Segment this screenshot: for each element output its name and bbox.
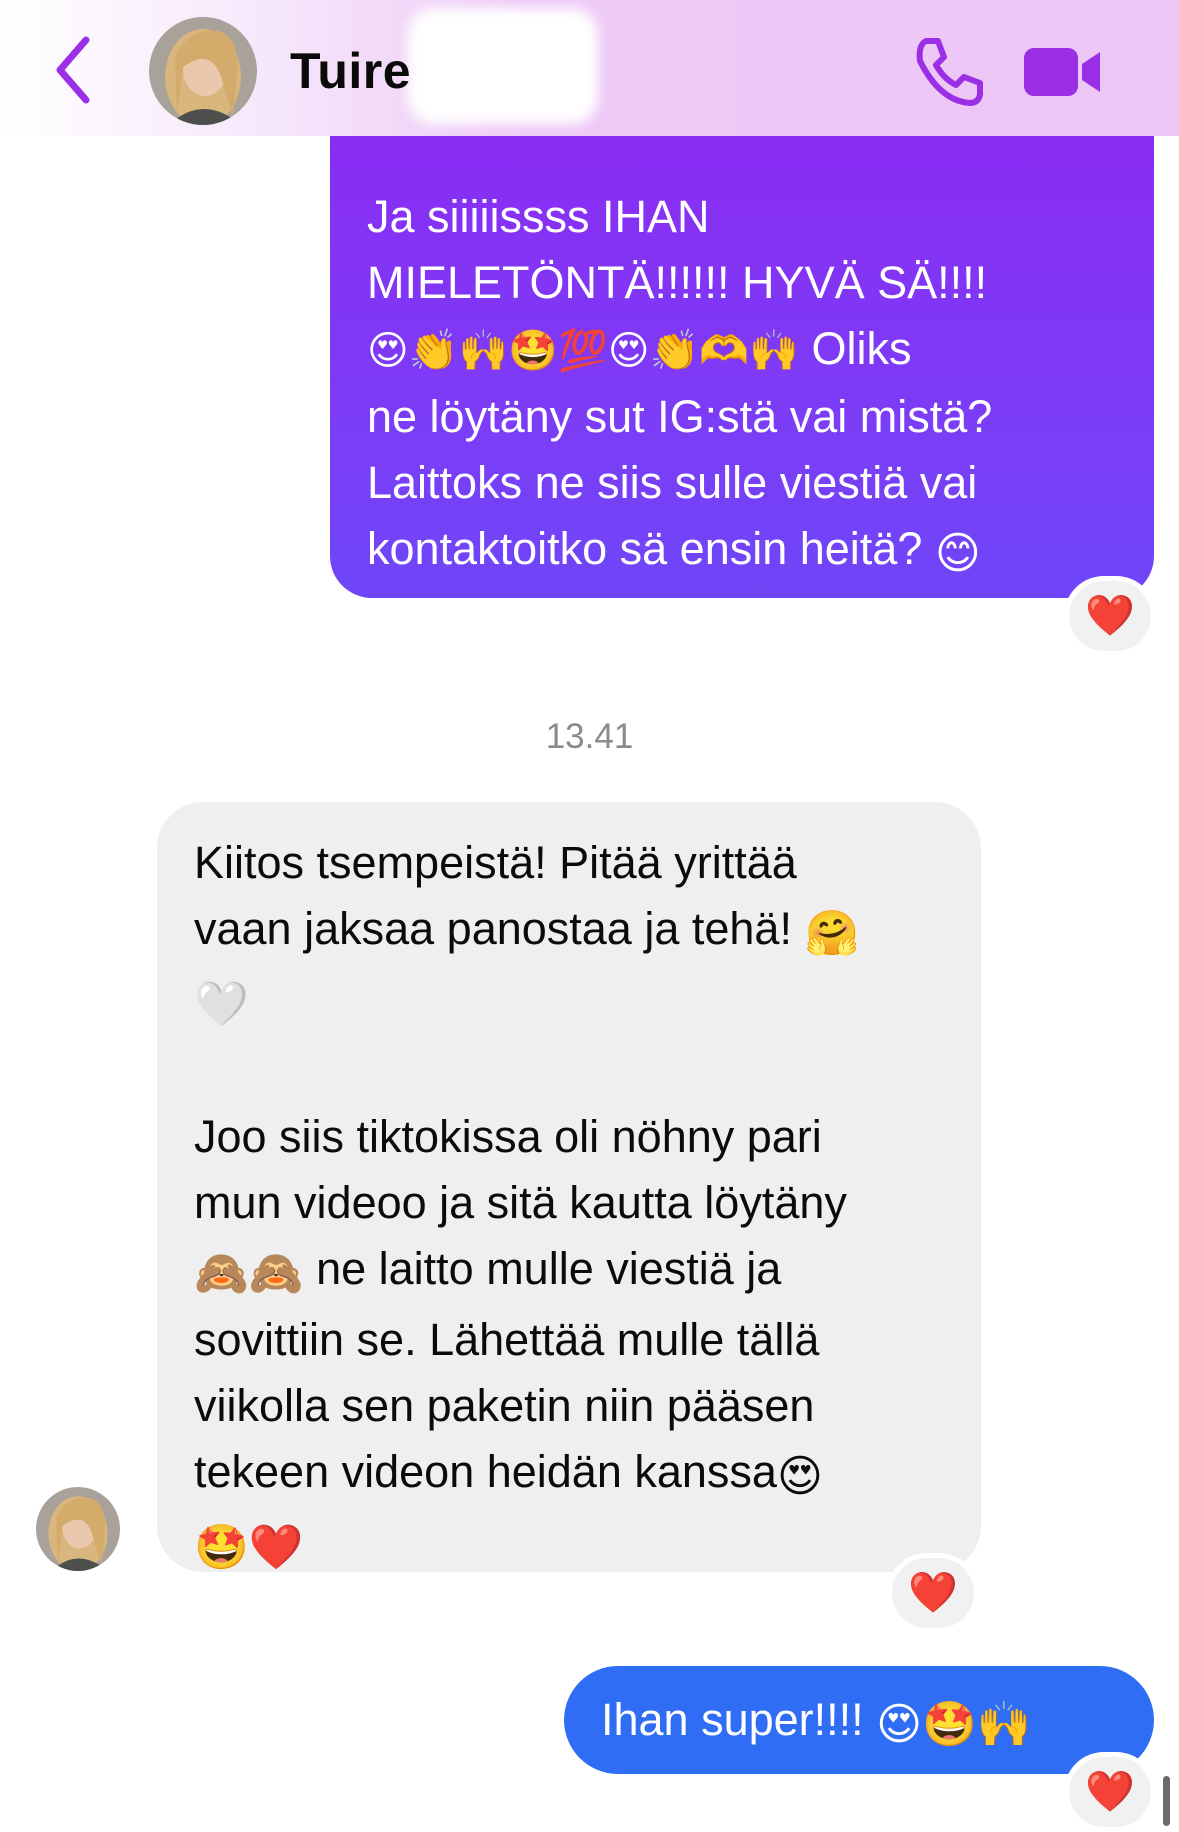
message-text-line: Joo siis tiktokissa oli nöhny pari (194, 1111, 822, 1162)
message-text-line: kontaktoitko sä ensin heitä? (367, 523, 935, 574)
message-text-line: ne löytäny sut IG:stä vai mistä? (367, 391, 993, 442)
white-heart-emoji: 🤍 (194, 979, 249, 1030)
message-text-line: Ja siiiiissss IHAN (367, 191, 710, 242)
message-text-line: MIELETÖNTÄ!!!!!! HYVÄ SÄ!!!! (367, 257, 988, 308)
chat-header: Tuire (0, 0, 1179, 136)
message-timestamp: 13.41 (545, 717, 634, 756)
message-text-line: tekeen videon heidän kanssa (194, 1446, 777, 1497)
emoji-sequence: 😍🤩🙌 (876, 1699, 1032, 1750)
message-text-line: ne laitto mulle viestiä ja (303, 1243, 782, 1294)
heart-reaction[interactable]: ❤️ (887, 1553, 979, 1633)
incoming-message[interactable]: Kiitos tsempeistä! Pitää yrittää vaan ja… (157, 802, 981, 1573)
see-no-evil-monkey-emoji: 🙈🙈 (194, 1248, 304, 1299)
outgoing-message[interactable]: Ja siiiiissss IHAN MIELETÖNTÄ!!!!!! HYVÄ… (330, 120, 1154, 598)
back-button[interactable] (46, 30, 106, 110)
message-text-line: mun videoo ja sitä kautta löytäny (194, 1177, 847, 1228)
message-text-line: Oliks (799, 323, 912, 374)
heart-reaction[interactable]: ❤️ (1064, 1752, 1156, 1832)
sender-avatar[interactable] (36, 1487, 120, 1571)
contact-name[interactable]: Tuire (290, 42, 411, 100)
scrollbar[interactable] (1163, 1776, 1170, 1826)
call-button[interactable] (912, 35, 984, 107)
message-text-line: Ihan super!!!! (601, 1694, 877, 1745)
outgoing-message[interactable]: Ihan super!!!! 😍🤩🙌 (564, 1666, 1154, 1774)
message-text-line: Laittoks ne siis sulle viestiä vai (367, 457, 978, 508)
chevron-left-icon (56, 36, 90, 104)
smiling-face-emoji: 😊 (934, 528, 981, 579)
hugging-face-emoji: 🤗 (804, 908, 860, 959)
message-text-line: viikolla sen paketin niin pääsen (194, 1380, 815, 1431)
message-text-line: vaan jaksaa panostaa ja tehä! (194, 903, 805, 954)
message-text-line: sovittiin se. Lähettää mulle tällä (194, 1314, 820, 1365)
heart-reaction[interactable]: ❤️ (1064, 576, 1156, 656)
name-redaction (408, 8, 598, 124)
video-camera-icon (1024, 48, 1100, 96)
emoji-sequence: 🤩❤️ (194, 1522, 304, 1573)
phone-icon (916, 38, 983, 106)
emoji-sequence: 😍👏🙌🤩💯😍👏🫶🙌 (367, 328, 800, 374)
video-call-button[interactable] (1022, 44, 1104, 100)
contact-avatar[interactable] (149, 17, 257, 125)
message-text-line: Kiitos tsempeistä! Pitää yrittää (194, 837, 797, 888)
heart-eyes-emoji: 😍 (776, 1451, 823, 1502)
